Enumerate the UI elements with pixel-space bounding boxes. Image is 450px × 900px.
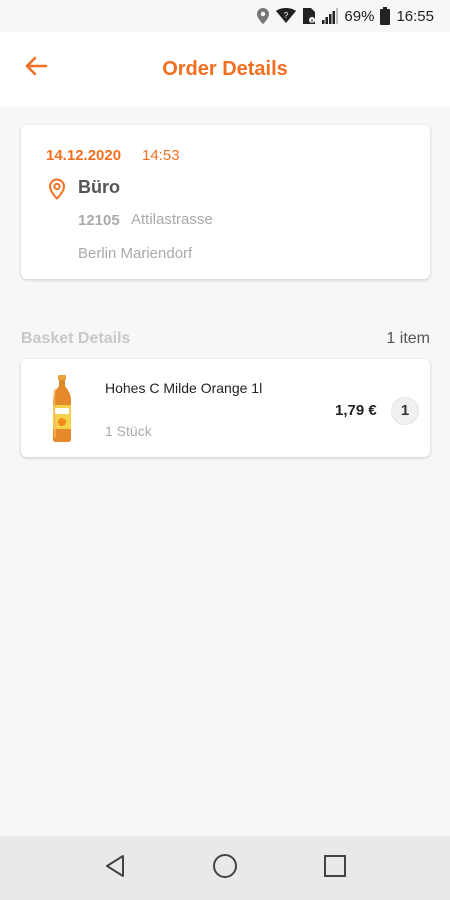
order-address-card: 14.12.2020 14:53 Büro 12105 Attilastrass… (21, 125, 430, 279)
address-city: Berlin Mariendorf (78, 245, 193, 262)
sim-icon: x (302, 7, 316, 25)
address-postcode: 12105 (78, 212, 120, 229)
basket-item-count: 1 item (386, 330, 430, 347)
battery-icon (380, 7, 391, 25)
nav-recents-button[interactable] (315, 848, 355, 888)
nav-home-button[interactable] (205, 848, 245, 888)
app-header: Order Details (0, 32, 450, 106)
product-name: Hohes C Milde Orange 1l (105, 380, 263, 396)
system-nav-bar (0, 836, 450, 900)
list-item[interactable]: Hohes C Milde Orange 1l 1 Stück 1,79 € 1 (21, 359, 430, 457)
order-date: 14.12.2020 (46, 147, 122, 164)
location-icon (256, 7, 270, 25)
address-name: Büro (78, 177, 120, 197)
svg-text:x: x (311, 19, 314, 25)
recents-square-icon (323, 854, 347, 883)
product-price: 1,79 € (335, 402, 377, 419)
map-pin-icon (48, 178, 66, 205)
svg-text:?: ? (284, 11, 289, 20)
battery-percent: 69% (344, 7, 375, 25)
signal-icon (322, 8, 339, 24)
clock: 16:55 (396, 7, 434, 25)
status-bar: ? x 69% 16:55 (0, 0, 450, 32)
page-title: Order Details (162, 58, 288, 80)
wifi-icon: ? (276, 8, 297, 24)
quantity-badge: 1 (391, 397, 419, 425)
order-time: 14:53 (142, 147, 180, 164)
back-triangle-icon (104, 854, 126, 883)
product-image (49, 375, 75, 448)
address-street: Attilastrasse (131, 211, 213, 228)
nav-back-button[interactable] (95, 848, 135, 888)
home-circle-icon (212, 853, 238, 884)
basket-title: Basket Details (21, 330, 131, 347)
product-quantity-label: 1 Stück (105, 423, 152, 439)
